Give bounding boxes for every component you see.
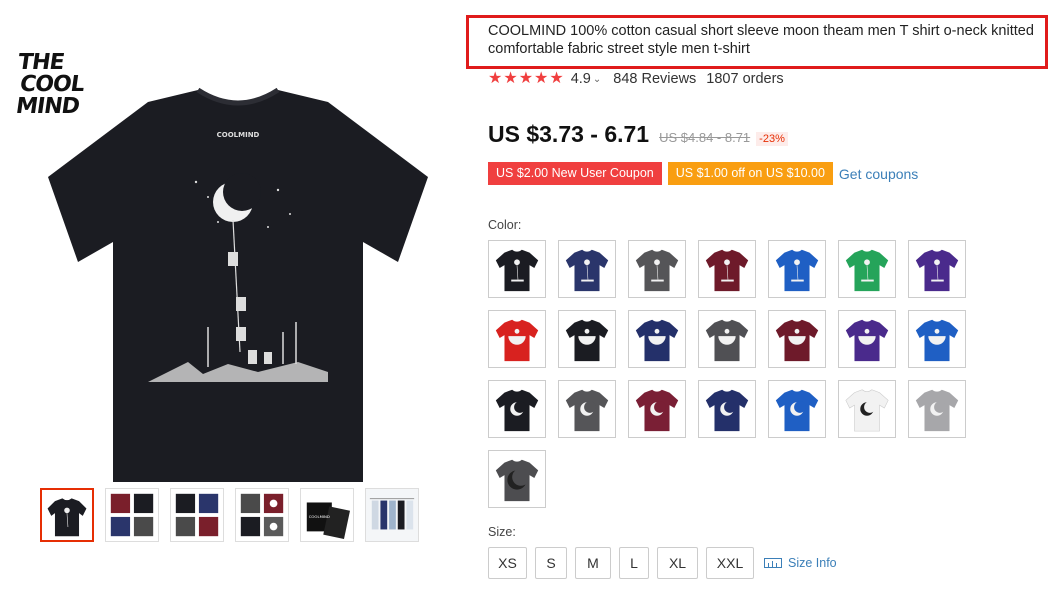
store-coupon[interactable]: US $1.00 off on US $10.00 xyxy=(667,162,833,185)
swatch-shirt-image xyxy=(705,249,749,292)
color-swatch[interactable] xyxy=(698,310,756,368)
size-xl[interactable]: XL xyxy=(657,547,698,579)
main-product-image[interactable]: THE COOL MIND COOLMIND xyxy=(8,22,458,482)
new-user-coupon[interactable]: US $2.00 New User Coupon xyxy=(488,162,662,185)
size-options: XS S M L XL XXL Size Info xyxy=(488,547,837,579)
thumbnail-2[interactable] xyxy=(105,488,159,542)
swatch-shirt-image xyxy=(495,249,539,292)
product-info: COOLMIND 100% cotton casual short sleeve… xyxy=(466,0,1055,590)
color-swatch[interactable] xyxy=(698,380,756,438)
rating-value[interactable]: 4.9 xyxy=(571,71,591,87)
orders-count: 1807 orders xyxy=(706,71,784,87)
color-swatch[interactable] xyxy=(488,380,546,438)
size-label: Size: xyxy=(488,525,516,539)
swatch-shirt-image xyxy=(915,249,959,292)
swatch-shirt-image xyxy=(705,319,749,362)
swatch-shirt-image xyxy=(495,319,539,362)
star-icon: ★ xyxy=(518,70,534,87)
star-icon: ★ xyxy=(488,70,503,87)
swatch-shirt-image xyxy=(775,319,819,362)
current-price: US $3.73 - 6.71 xyxy=(488,121,650,147)
swatch-shirt-image xyxy=(635,319,679,362)
color-swatch[interactable] xyxy=(628,310,686,368)
thumbnail-3[interactable] xyxy=(170,488,224,542)
color-swatch[interactable] xyxy=(838,380,896,438)
color-swatch[interactable] xyxy=(488,450,546,508)
coupon-row: US $2.00 New User Coupon US $1.00 off on… xyxy=(488,162,918,185)
product-title: COOLMIND 100% cotton casual short sleeve… xyxy=(488,23,1034,57)
color-swatch[interactable] xyxy=(908,240,966,298)
color-swatch[interactable] xyxy=(558,310,616,368)
swatch-shirt-image xyxy=(845,319,889,362)
size-m[interactable]: M xyxy=(575,547,611,579)
swatch-shirt-image xyxy=(915,319,959,362)
star-icon: ★ xyxy=(534,70,549,87)
color-swatch[interactable] xyxy=(488,310,546,368)
thumb-packaging-text: COOLMIND xyxy=(309,514,330,519)
color-swatch[interactable] xyxy=(768,310,826,368)
swatch-shirt-image xyxy=(565,389,609,432)
color-swatch[interactable] xyxy=(558,380,616,438)
rating-row: ★ ★ ★ ★ ★ 4.9 ⌄ 848 Reviews 1807 orders xyxy=(488,70,784,88)
thumbnail-6[interactable] xyxy=(365,488,419,542)
discount-badge: -23% xyxy=(756,132,788,146)
size-l[interactable]: L xyxy=(619,547,649,579)
size-info-link[interactable]: Size Info xyxy=(764,556,837,570)
color-swatch[interactable] xyxy=(908,310,966,368)
swatch-shirt-image xyxy=(635,389,679,432)
logo-line-1: THE xyxy=(16,50,66,75)
original-price: US $4.84 - 8.71 xyxy=(659,130,751,145)
swatch-shirt-image xyxy=(845,249,889,292)
color-swatch[interactable] xyxy=(768,240,826,298)
swatch-shirt-image xyxy=(635,249,679,292)
swatch-shirt-image xyxy=(565,249,609,292)
swatch-shirt-image xyxy=(915,389,959,432)
price-row: US $3.73 - 6.71 US $4.84 - 8.71 -23% xyxy=(488,121,788,148)
get-coupons-link[interactable]: Get coupons xyxy=(839,166,918,182)
product-gallery: THE COOL MIND COOLMIND COOLMIND xyxy=(0,0,470,590)
shirt-image: COOLMIND xyxy=(48,87,428,482)
size-xs[interactable]: XS xyxy=(488,547,527,579)
color-swatch[interactable] xyxy=(488,240,546,298)
swatch-shirt-image xyxy=(495,389,539,432)
star-rating[interactable]: ★ ★ ★ ★ ★ xyxy=(488,71,565,87)
size-s[interactable]: S xyxy=(535,547,567,579)
size-info-label: Size Info xyxy=(788,556,837,570)
color-swatch[interactable] xyxy=(558,240,616,298)
thumbnail-5[interactable]: COOLMIND xyxy=(300,488,354,542)
reviews-link[interactable]: 848 Reviews xyxy=(613,71,696,87)
product-page: THE COOL MIND COOLMIND COOLMIND COOLMIND… xyxy=(0,0,1055,590)
color-swatch[interactable] xyxy=(768,380,826,438)
swatch-shirt-image xyxy=(495,459,539,502)
swatch-shirt-image xyxy=(775,389,819,432)
color-swatch[interactable] xyxy=(698,240,756,298)
swatch-shirt-image xyxy=(565,319,609,362)
swatch-shirt-image xyxy=(845,389,889,432)
thumbnail-4[interactable] xyxy=(235,488,289,542)
color-label: Color: xyxy=(488,218,522,232)
swatch-shirt-image xyxy=(775,249,819,292)
chevron-down-icon[interactable]: ⌄ xyxy=(593,74,601,85)
color-swatch[interactable] xyxy=(628,240,686,298)
color-swatch[interactable] xyxy=(838,310,896,368)
color-swatch[interactable] xyxy=(908,380,966,438)
shirt-print-text: COOLMIND xyxy=(217,131,260,139)
ruler-icon xyxy=(764,558,782,568)
color-swatch[interactable] xyxy=(628,380,686,438)
star-icon: ★ xyxy=(549,70,564,87)
swatch-shirt-image xyxy=(705,389,749,432)
star-icon: ★ xyxy=(503,70,518,87)
color-swatch[interactable] xyxy=(838,240,896,298)
thumbnail-1[interactable] xyxy=(40,488,94,542)
size-xxl[interactable]: XXL xyxy=(706,547,754,579)
